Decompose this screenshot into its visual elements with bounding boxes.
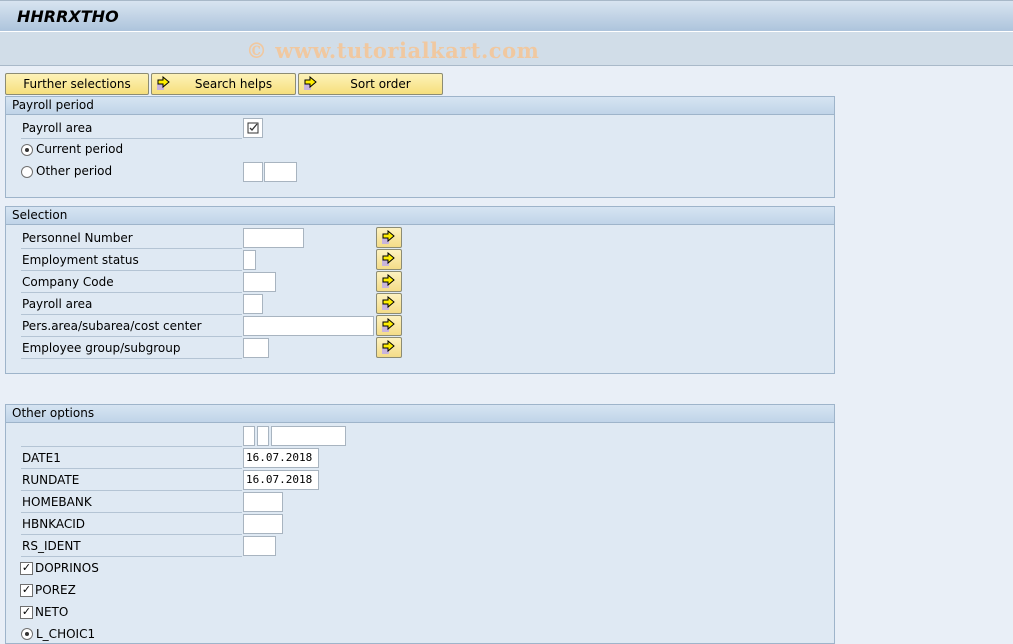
payroll-period-title: Payroll period bbox=[6, 97, 834, 115]
l-choic1-radio[interactable] bbox=[21, 628, 33, 640]
rs-ident-input[interactable] bbox=[243, 536, 276, 556]
payroll-area-input[interactable] bbox=[243, 294, 263, 314]
watermark: © www.tutorialkart.com bbox=[246, 38, 540, 63]
employee-group-input[interactable] bbox=[243, 338, 269, 358]
sort-order-button[interactable]: Sort order bbox=[298, 73, 443, 95]
neto-checkbox[interactable]: ✓ bbox=[20, 606, 33, 619]
arrow-right-icon bbox=[156, 75, 172, 98]
personnel-number-label: Personnel Number bbox=[21, 228, 242, 249]
other-period-field-1[interactable] bbox=[243, 162, 263, 182]
porez-checkbox[interactable]: ✓ bbox=[20, 584, 33, 597]
rs-ident-label: RS_IDENT bbox=[21, 536, 242, 557]
selection-group: Selection Personnel Number Employment st… bbox=[5, 206, 835, 374]
current-period-label: Current period bbox=[36, 142, 124, 156]
doprinos-checkbox[interactable]: ✓ bbox=[20, 562, 33, 575]
window-title: HHRRXTHO bbox=[17, 7, 119, 26]
search-helps-button[interactable]: Search helps bbox=[151, 73, 296, 95]
further-selections-button[interactable]: Further selections bbox=[5, 73, 149, 95]
arrow-right-icon bbox=[303, 75, 319, 98]
payroll-area-checkbox[interactable] bbox=[243, 118, 263, 138]
arrow-right-icon bbox=[382, 296, 395, 310]
hbnkacid-label: HBNKACID bbox=[21, 514, 242, 535]
other-options-group: Other options DATE1 16.07.2018 RUNDATE 1… bbox=[5, 404, 835, 644]
employment-status-input[interactable] bbox=[243, 250, 256, 270]
further-selections-label: Further selections bbox=[23, 77, 131, 91]
company-code-input[interactable] bbox=[243, 272, 276, 292]
blank-row-field-3[interactable] bbox=[271, 426, 346, 446]
sort-order-label: Sort order bbox=[350, 77, 411, 91]
company-code-label: Company Code bbox=[21, 272, 242, 293]
other-period-radio[interactable] bbox=[21, 166, 33, 178]
selection-title: Selection bbox=[6, 207, 834, 225]
arrow-right-icon bbox=[382, 340, 395, 354]
multiple-selection-button[interactable] bbox=[376, 315, 402, 336]
pers-area-label: Pers.area/subarea/cost center bbox=[21, 316, 242, 337]
l-choic1-label: L_CHOIC1 bbox=[36, 627, 96, 641]
other-options-title: Other options bbox=[6, 405, 834, 423]
arrow-right-icon bbox=[382, 230, 395, 244]
personnel-number-input[interactable] bbox=[243, 228, 304, 248]
multiple-selection-button[interactable] bbox=[376, 249, 402, 270]
doprinos-label: DOPRINOS bbox=[35, 561, 99, 575]
search-helps-label: Search helps bbox=[194, 77, 273, 91]
hbnkacid-input[interactable] bbox=[243, 514, 283, 534]
date1-input[interactable]: 16.07.2018 bbox=[243, 448, 319, 468]
rundate-label: RUNDATE bbox=[21, 470, 242, 491]
rundate-input[interactable]: 16.07.2018 bbox=[243, 470, 319, 490]
arrow-right-icon bbox=[382, 252, 395, 266]
blank-row-field-1[interactable] bbox=[243, 426, 255, 446]
homebank-input[interactable] bbox=[243, 492, 283, 512]
payroll-area-label: Payroll area bbox=[21, 118, 242, 139]
multiple-selection-button[interactable] bbox=[376, 227, 402, 248]
blank-row-label bbox=[21, 426, 242, 447]
blank-row-field-2[interactable] bbox=[257, 426, 269, 446]
payroll-area-label: Payroll area bbox=[21, 294, 242, 315]
employee-group-label: Employee group/subgroup bbox=[21, 338, 242, 359]
homebank-label: HOMEBANK bbox=[21, 492, 242, 513]
title-bar: HHRRXTHO bbox=[0, 0, 1013, 32]
employment-status-label: Employment status bbox=[21, 250, 242, 271]
other-period-field-2[interactable] bbox=[264, 162, 297, 182]
current-period-radio[interactable] bbox=[21, 144, 33, 156]
other-period-label: Other period bbox=[36, 164, 113, 178]
multiple-selection-button[interactable] bbox=[376, 271, 402, 292]
neto-label: NETO bbox=[35, 605, 69, 619]
multiple-selection-button[interactable] bbox=[376, 293, 402, 314]
arrow-right-icon bbox=[382, 274, 395, 288]
multiple-selection-button[interactable] bbox=[376, 337, 402, 358]
pers-area-input[interactable] bbox=[243, 316, 374, 336]
payroll-period-group: Payroll period Payroll area Current peri… bbox=[5, 96, 835, 198]
date1-label: DATE1 bbox=[21, 448, 242, 469]
arrow-right-icon bbox=[382, 318, 395, 332]
porez-label: POREZ bbox=[35, 583, 76, 597]
